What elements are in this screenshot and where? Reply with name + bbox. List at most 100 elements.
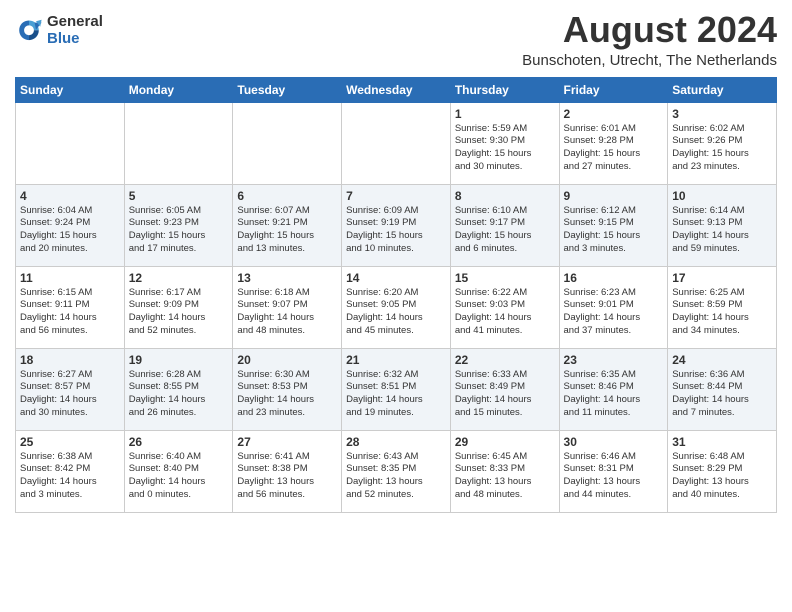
calendar-cell-w2-d5: 9 Sunrise: 6:12 AM Sunset: 9:15 PM Daylig… [559, 184, 668, 266]
day-info: Sunrise: 6:27 AM Sunset: 8:57 PM Dayligh… [20, 369, 120, 420]
page-container: General Blue August 2024 Bunschoten, Utr… [0, 0, 792, 523]
calendar-cell-w2-d0: 4 Sunrise: 6:04 AM Sunset: 9:24 PM Daylig… [16, 184, 125, 266]
day-info: Sunrise: 6:12 AM Sunset: 9:15 PM Dayligh… [564, 205, 664, 256]
logo-text: General Blue [47, 14, 103, 47]
calendar-cell-w1-d1 [124, 102, 233, 184]
day-info: Sunrise: 6:35 AM Sunset: 8:46 PM Dayligh… [564, 369, 664, 420]
day-info: Sunrise: 6:05 AM Sunset: 9:23 PM Dayligh… [129, 205, 229, 256]
day-info: Sunrise: 6:10 AM Sunset: 9:17 PM Dayligh… [455, 205, 555, 256]
day-info: Sunrise: 6:07 AM Sunset: 9:21 PM Dayligh… [237, 205, 337, 256]
header-saturday: Saturday [668, 77, 777, 102]
day-number: 26 [129, 435, 229, 449]
day-number: 3 [672, 107, 772, 121]
calendar-cell-w1-d4: 1 Sunrise: 5:59 AM Sunset: 9:30 PM Daylig… [450, 102, 559, 184]
day-number: 5 [129, 189, 229, 203]
day-number: 18 [20, 353, 120, 367]
day-number: 14 [346, 271, 446, 285]
day-info: Sunrise: 6:22 AM Sunset: 9:03 PM Dayligh… [455, 287, 555, 338]
calendar-cell-w5-d2: 27Sunrise: 6:41 AM Sunset: 8:38 PM Dayli… [233, 430, 342, 512]
calendar-week-4: 18 Sunrise: 6:27 AM Sunset: 8:57 PM Dayli… [16, 348, 777, 430]
calendar-week-5: 25 Sunrise: 6:38 AM Sunset: 8:42 PM Dayli… [16, 430, 777, 512]
calendar-cell-w5-d1: 26 Sunrise: 6:40 AM Sunset: 8:40 PM Dayli… [124, 430, 233, 512]
day-number: 23 [564, 353, 664, 367]
logo: General Blue [15, 14, 103, 47]
calendar-cell-w5-d6: 31Sunrise: 6:48 AM Sunset: 8:29 PM Dayli… [668, 430, 777, 512]
calendar-cell-w4-d3: 21Sunrise: 6:32 AM Sunset: 8:51 PM Dayli… [342, 348, 451, 430]
day-number: 7 [346, 189, 446, 203]
day-info: Sunrise: 6:33 AM Sunset: 8:49 PM Dayligh… [455, 369, 555, 420]
header: General Blue August 2024 Bunschoten, Utr… [15, 10, 777, 69]
day-info: Sunrise: 6:48 AM Sunset: 8:29 PM Dayligh… [672, 451, 772, 502]
calendar-cell-w4-d4: 22 Sunrise: 6:33 AM Sunset: 8:49 PM Dayli… [450, 348, 559, 430]
calendar-week-3: 11Sunrise: 6:15 AM Sunset: 9:11 PM Dayli… [16, 266, 777, 348]
calendar-cell-w3-d2: 13Sunrise: 6:18 AM Sunset: 9:07 PM Dayli… [233, 266, 342, 348]
day-info: Sunrise: 6:40 AM Sunset: 8:40 PM Dayligh… [129, 451, 229, 502]
day-info: Sunrise: 6:25 AM Sunset: 8:59 PM Dayligh… [672, 287, 772, 338]
calendar-cell-w1-d2 [233, 102, 342, 184]
calendar-cell-w3-d4: 15 Sunrise: 6:22 AM Sunset: 9:03 PM Dayli… [450, 266, 559, 348]
header-thursday: Thursday [450, 77, 559, 102]
calendar-cell-w1-d5: 2Sunrise: 6:01 AM Sunset: 9:28 PM Daylig… [559, 102, 668, 184]
day-number: 21 [346, 353, 446, 367]
calendar-cell-w2-d6: 10 Sunrise: 6:14 AM Sunset: 9:13 PM Dayli… [668, 184, 777, 266]
day-number: 25 [20, 435, 120, 449]
day-number: 27 [237, 435, 337, 449]
day-number: 8 [455, 189, 555, 203]
day-info: Sunrise: 6:17 AM Sunset: 9:09 PM Dayligh… [129, 287, 229, 338]
day-number: 17 [672, 271, 772, 285]
calendar-cell-w4-d6: 24Sunrise: 6:36 AM Sunset: 8:44 PM Dayli… [668, 348, 777, 430]
calendar-cell-w2-d3: 7Sunrise: 6:09 AM Sunset: 9:19 PM Daylig… [342, 184, 451, 266]
weekday-header-row: Sunday Monday Tuesday Wednesday Thursday… [16, 77, 777, 102]
calendar-cell-w3-d1: 12 Sunrise: 6:17 AM Sunset: 9:09 PM Dayli… [124, 266, 233, 348]
calendar-cell-w4-d5: 23 Sunrise: 6:35 AM Sunset: 8:46 PM Dayli… [559, 348, 668, 430]
location-title: Bunschoten, Utrecht, The Netherlands [522, 52, 777, 69]
day-number: 2 [564, 107, 664, 121]
day-info: Sunrise: 6:45 AM Sunset: 8:33 PM Dayligh… [455, 451, 555, 502]
day-number: 4 [20, 189, 120, 203]
day-number: 16 [564, 271, 664, 285]
day-info: Sunrise: 6:14 AM Sunset: 9:13 PM Dayligh… [672, 205, 772, 256]
day-info: Sunrise: 6:02 AM Sunset: 9:26 PM Dayligh… [672, 123, 772, 174]
calendar-week-1: 1 Sunrise: 5:59 AM Sunset: 9:30 PM Daylig… [16, 102, 777, 184]
header-wednesday: Wednesday [342, 77, 451, 102]
day-number: 15 [455, 271, 555, 285]
day-number: 20 [237, 353, 337, 367]
day-number: 10 [672, 189, 772, 203]
title-block: August 2024 Bunschoten, Utrecht, The Net… [522, 10, 777, 69]
calendar-cell-w3-d5: 16Sunrise: 6:23 AM Sunset: 9:01 PM Dayli… [559, 266, 668, 348]
day-number: 22 [455, 353, 555, 367]
day-info: Sunrise: 6:04 AM Sunset: 9:24 PM Dayligh… [20, 205, 120, 256]
calendar-cell-w4-d1: 19 Sunrise: 6:28 AM Sunset: 8:55 PM Dayli… [124, 348, 233, 430]
day-number: 24 [672, 353, 772, 367]
day-number: 6 [237, 189, 337, 203]
day-info: Sunrise: 6:43 AM Sunset: 8:35 PM Dayligh… [346, 451, 446, 502]
day-info: Sunrise: 5:59 AM Sunset: 9:30 PM Dayligh… [455, 123, 555, 174]
calendar-cell-w5-d4: 29 Sunrise: 6:45 AM Sunset: 8:33 PM Dayli… [450, 430, 559, 512]
header-sunday: Sunday [16, 77, 125, 102]
day-number: 11 [20, 271, 120, 285]
calendar-cell-w5-d3: 28 Sunrise: 6:43 AM Sunset: 8:35 PM Dayli… [342, 430, 451, 512]
header-friday: Friday [559, 77, 668, 102]
calendar-cell-w2-d1: 5 Sunrise: 6:05 AM Sunset: 9:23 PM Daylig… [124, 184, 233, 266]
logo-icon [15, 17, 43, 45]
day-info: Sunrise: 6:38 AM Sunset: 8:42 PM Dayligh… [20, 451, 120, 502]
day-number: 29 [455, 435, 555, 449]
day-number: 19 [129, 353, 229, 367]
calendar-cell-w3-d0: 11Sunrise: 6:15 AM Sunset: 9:11 PM Dayli… [16, 266, 125, 348]
logo-general-text: General [47, 14, 103, 31]
day-info: Sunrise: 6:20 AM Sunset: 9:05 PM Dayligh… [346, 287, 446, 338]
day-number: 28 [346, 435, 446, 449]
day-info: Sunrise: 6:18 AM Sunset: 9:07 PM Dayligh… [237, 287, 337, 338]
day-info: Sunrise: 6:28 AM Sunset: 8:55 PM Dayligh… [129, 369, 229, 420]
month-title: August 2024 [522, 10, 777, 50]
calendar-cell-w3-d6: 17 Sunrise: 6:25 AM Sunset: 8:59 PM Dayli… [668, 266, 777, 348]
calendar-cell-w2-d2: 6 Sunrise: 6:07 AM Sunset: 9:21 PM Daylig… [233, 184, 342, 266]
calendar-week-2: 4 Sunrise: 6:04 AM Sunset: 9:24 PM Daylig… [16, 184, 777, 266]
day-number: 1 [455, 107, 555, 121]
calendar-cell-w5-d0: 25 Sunrise: 6:38 AM Sunset: 8:42 PM Dayli… [16, 430, 125, 512]
calendar-cell-w1-d0 [16, 102, 125, 184]
day-number: 9 [564, 189, 664, 203]
day-number: 12 [129, 271, 229, 285]
day-info: Sunrise: 6:30 AM Sunset: 8:53 PM Dayligh… [237, 369, 337, 420]
calendar-cell-w4-d0: 18 Sunrise: 6:27 AM Sunset: 8:57 PM Dayli… [16, 348, 125, 430]
